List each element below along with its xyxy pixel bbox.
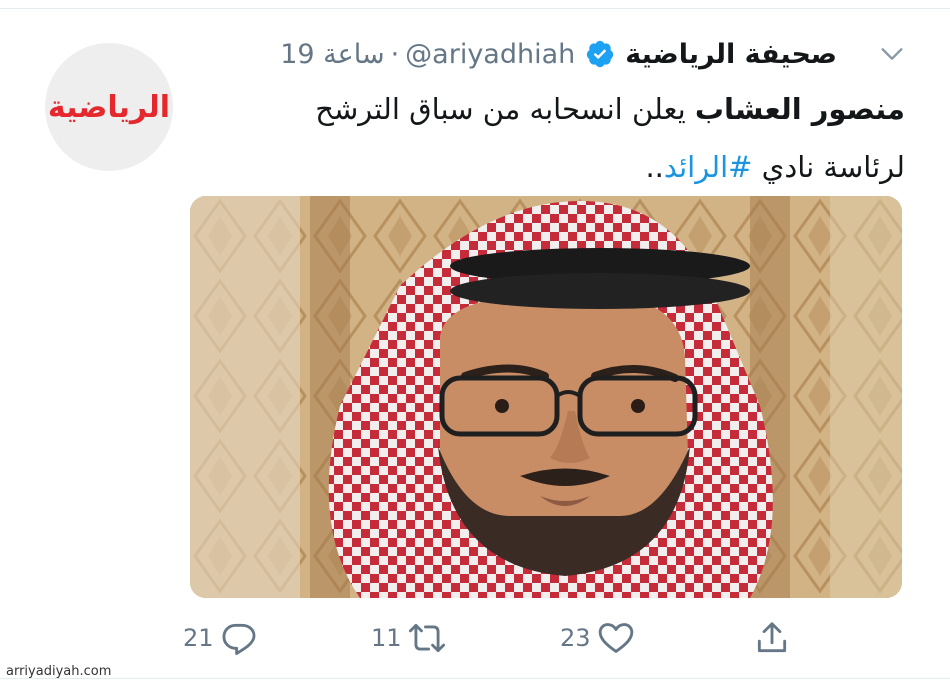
tweet-header: صحيفة الرياضية @ariyadhiah · 19 ساعة — [280, 30, 837, 78]
like-button[interactable]: 23 — [560, 618, 635, 658]
share-icon — [757, 622, 787, 653]
heart-icon — [598, 623, 633, 653]
tweet-text-line2-prefix: لرئاسة نادي — [752, 150, 905, 184]
tweet-photo[interactable] — [190, 196, 902, 598]
tweet-text-line2: لرئاسة نادي #الرائد.. — [225, 138, 905, 196]
tweet-text-line2-suffix: .. — [645, 150, 664, 184]
tweet-text-bold-name: منصور العشاب — [694, 92, 905, 126]
separator-dot: · — [390, 38, 400, 70]
hashtag-link[interactable]: #الرائد — [664, 150, 753, 184]
reply-button[interactable]: 21 — [183, 618, 258, 658]
source-watermark: arriyadiyah.com — [6, 664, 112, 679]
user-handle[interactable]: @ariyadhiah — [405, 39, 575, 70]
avatar-logo: الرياضية — [47, 89, 171, 125]
display-name[interactable]: صحيفة الرياضية — [625, 39, 837, 70]
top-divider — [0, 8, 950, 9]
tweet-text-line1-rest: يعلن انسحابه من سباق الترشح — [315, 92, 695, 126]
chevron-down-icon[interactable] — [878, 40, 906, 68]
tweet-timestamp[interactable]: 19 ساعة — [280, 39, 384, 70]
retweet-count: 11 — [371, 624, 402, 652]
retweet-button[interactable]: 11 — [371, 618, 446, 658]
like-count: 23 — [560, 624, 591, 652]
tweet-text: منصور العشاب يعلن انسحابه من سباق الترشح… — [225, 80, 905, 196]
reply-count: 21 — [183, 624, 214, 652]
retweet-icon — [408, 623, 445, 653]
bottom-divider — [0, 678, 950, 679]
share-button[interactable] — [753, 618, 791, 658]
verified-badge-icon — [585, 39, 615, 69]
profile-avatar[interactable]: الرياضية — [45, 43, 173, 171]
reply-icon — [222, 623, 256, 655]
man-in-shemagh-photo — [190, 196, 902, 598]
tweet-text-line1: منصور العشاب يعلن انسحابه من سباق الترشح — [225, 80, 905, 138]
